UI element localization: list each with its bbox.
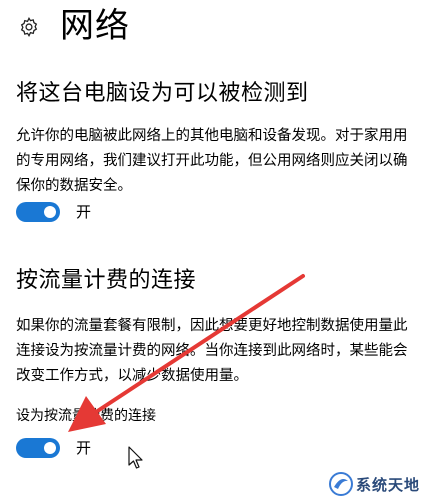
metered-toggle[interactable]	[16, 438, 60, 458]
annotation-arrow-icon	[68, 274, 305, 432]
toggle-knob	[44, 206, 56, 218]
discoverable-description: 允许你的电脑被此网络上的其他电脑和设备发现。对于家用用的专用网络，我们建议打开此…	[16, 128, 408, 194]
gear-icon	[20, 16, 38, 38]
watermark-logo: 系统天地	[328, 470, 428, 498]
mouse-cursor-icon	[128, 446, 143, 469]
watermark-text: 系统天地	[356, 475, 421, 494]
discoverable-heading: 将这台电脑设为可以被检测到	[16, 81, 309, 106]
toggle-knob	[44, 442, 56, 454]
page-title: 网络	[60, 6, 130, 46]
discoverable-toggle[interactable]	[16, 202, 60, 222]
metered-toggle-state: 开	[76, 439, 92, 457]
metered-description: 如果你的流量套餐有限制，因此想要更好地控制数据使用量此连接设为按流量计费的网络。…	[16, 318, 408, 384]
metered-setting-label: 设为按流量计费的连接	[16, 408, 156, 424]
watermark-logo-icon	[329, 472, 353, 496]
metered-heading: 按流量计费的连接	[16, 268, 197, 293]
discoverable-toggle-state: 开	[76, 203, 92, 221]
